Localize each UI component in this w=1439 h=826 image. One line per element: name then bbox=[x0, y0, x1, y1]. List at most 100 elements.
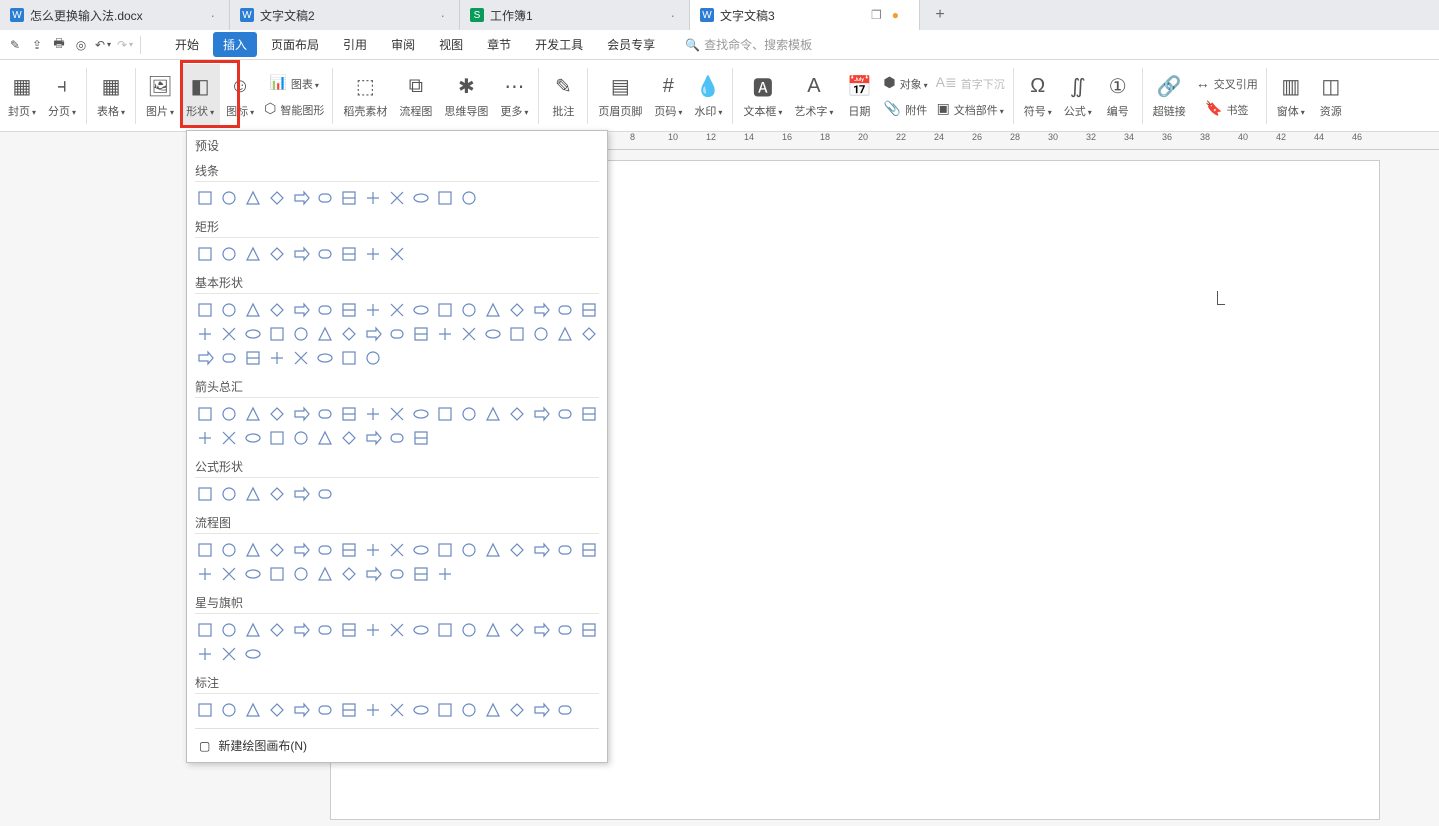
shape-item[interactable] bbox=[579, 324, 599, 344]
shape-item[interactable] bbox=[507, 700, 527, 720]
shape-item[interactable] bbox=[411, 324, 431, 344]
menu-devtools[interactable]: 开发工具 bbox=[525, 32, 593, 57]
shape-item[interactable] bbox=[267, 428, 287, 448]
shape-item[interactable] bbox=[267, 324, 287, 344]
shape-item[interactable] bbox=[483, 620, 503, 640]
shape-item[interactable] bbox=[243, 540, 263, 560]
comment-button[interactable]: ✎批注 bbox=[543, 64, 583, 128]
attachment-button[interactable]: 📎附件 bbox=[879, 97, 931, 121]
shape-item[interactable] bbox=[315, 244, 335, 264]
shape-item[interactable] bbox=[291, 188, 311, 208]
shape-item[interactable] bbox=[531, 324, 551, 344]
shape-item[interactable] bbox=[387, 188, 407, 208]
command-search[interactable]: 🔍 查找命令、搜索模板 bbox=[685, 36, 812, 53]
shape-item[interactable] bbox=[315, 484, 335, 504]
shape-item[interactable] bbox=[315, 348, 335, 368]
tab-doc3[interactable]: W 文字文稿3 ❐ ● bbox=[690, 0, 920, 30]
shape-item[interactable] bbox=[459, 188, 479, 208]
shape-item[interactable] bbox=[435, 700, 455, 720]
shape-item[interactable] bbox=[315, 188, 335, 208]
header-footer-button[interactable]: ▤页眉页脚 bbox=[592, 64, 648, 128]
shape-item[interactable] bbox=[291, 244, 311, 264]
shape-item[interactable] bbox=[195, 404, 215, 424]
hyperlink-button[interactable]: 🔗超链接 bbox=[1147, 64, 1192, 128]
shape-item[interactable] bbox=[291, 484, 311, 504]
shape-item[interactable] bbox=[339, 428, 359, 448]
shape-item[interactable] bbox=[315, 620, 335, 640]
shape-item[interactable] bbox=[483, 700, 503, 720]
shape-item[interactable] bbox=[579, 300, 599, 320]
shape-item[interactable] bbox=[315, 540, 335, 560]
menu-insert[interactable]: 插入 bbox=[213, 32, 257, 57]
shape-item[interactable] bbox=[219, 620, 239, 640]
shape-item[interactable] bbox=[339, 404, 359, 424]
shape-item[interactable] bbox=[291, 564, 311, 584]
shape-item[interactable] bbox=[387, 620, 407, 640]
shape-item[interactable] bbox=[507, 300, 527, 320]
shape-item[interactable] bbox=[507, 540, 527, 560]
shape-item[interactable] bbox=[387, 540, 407, 560]
tab-doc1[interactable]: W 怎么更换输入法.docx · bbox=[0, 0, 230, 30]
shape-item[interactable] bbox=[219, 348, 239, 368]
shape-item[interactable] bbox=[219, 540, 239, 560]
shape-item[interactable] bbox=[267, 484, 287, 504]
shape-item[interactable] bbox=[435, 620, 455, 640]
shape-item[interactable] bbox=[195, 348, 215, 368]
shape-item[interactable] bbox=[315, 324, 335, 344]
shape-item[interactable] bbox=[291, 300, 311, 320]
shape-item[interactable] bbox=[267, 564, 287, 584]
shape-item[interactable] bbox=[219, 484, 239, 504]
shape-item[interactable] bbox=[339, 564, 359, 584]
shape-item[interactable] bbox=[363, 404, 383, 424]
object-button[interactable]: ⬢对象▾ bbox=[879, 71, 931, 95]
shape-item[interactable] bbox=[339, 300, 359, 320]
shape-item[interactable] bbox=[483, 300, 503, 320]
shape-item[interactable] bbox=[339, 244, 359, 264]
page-number-button[interactable]: #页码▾ bbox=[648, 64, 688, 128]
shape-item[interactable] bbox=[243, 644, 263, 664]
shape-item[interactable] bbox=[243, 188, 263, 208]
menu-vip[interactable]: 会员专享 bbox=[597, 32, 665, 57]
shape-item[interactable] bbox=[531, 300, 551, 320]
shape-item[interactable] bbox=[195, 244, 215, 264]
more-button[interactable]: ⋯更多▾ bbox=[494, 64, 534, 128]
shape-item[interactable] bbox=[507, 620, 527, 640]
shape-item[interactable] bbox=[195, 540, 215, 560]
shape-item[interactable] bbox=[459, 700, 479, 720]
shape-item[interactable] bbox=[363, 428, 383, 448]
shape-item[interactable] bbox=[435, 404, 455, 424]
shape-item[interactable] bbox=[291, 540, 311, 560]
shape-item[interactable] bbox=[267, 348, 287, 368]
menu-start[interactable]: 开始 bbox=[165, 32, 209, 57]
shape-item[interactable] bbox=[219, 244, 239, 264]
mindmap-button[interactable]: ✱思维导图 bbox=[438, 64, 494, 128]
shape-item[interactable] bbox=[195, 324, 215, 344]
shape-item[interactable] bbox=[435, 564, 455, 584]
picture-button[interactable]: 🖼图片▾ bbox=[140, 64, 180, 128]
shape-item[interactable] bbox=[291, 620, 311, 640]
page-break-button[interactable]: ⫞分页▾ bbox=[42, 64, 82, 128]
shape-item[interactable] bbox=[531, 620, 551, 640]
shape-item[interactable] bbox=[363, 540, 383, 560]
shape-item[interactable] bbox=[363, 620, 383, 640]
shape-item[interactable] bbox=[555, 300, 575, 320]
shape-item[interactable] bbox=[195, 564, 215, 584]
shape-item[interactable] bbox=[387, 428, 407, 448]
shape-item[interactable] bbox=[267, 700, 287, 720]
shape-item[interactable] bbox=[459, 540, 479, 560]
new-canvas-item[interactable]: ▢ 新建绘图画布(N) bbox=[195, 728, 599, 762]
shape-item[interactable] bbox=[459, 300, 479, 320]
shape-item[interactable] bbox=[387, 244, 407, 264]
shape-item[interactable] bbox=[387, 404, 407, 424]
shape-item[interactable] bbox=[363, 564, 383, 584]
shape-item[interactable] bbox=[243, 244, 263, 264]
shape-item[interactable] bbox=[219, 700, 239, 720]
shape-item[interactable] bbox=[243, 484, 263, 504]
shape-item[interactable] bbox=[219, 324, 239, 344]
watermark-button[interactable]: 💧水印▾ bbox=[688, 64, 728, 128]
shape-item[interactable] bbox=[339, 540, 359, 560]
flowchart-button[interactable]: ⧉流程图 bbox=[393, 64, 438, 128]
shape-item[interactable] bbox=[315, 564, 335, 584]
tab-doc2[interactable]: W 文字文稿2 · bbox=[230, 0, 460, 30]
shape-item[interactable] bbox=[267, 620, 287, 640]
